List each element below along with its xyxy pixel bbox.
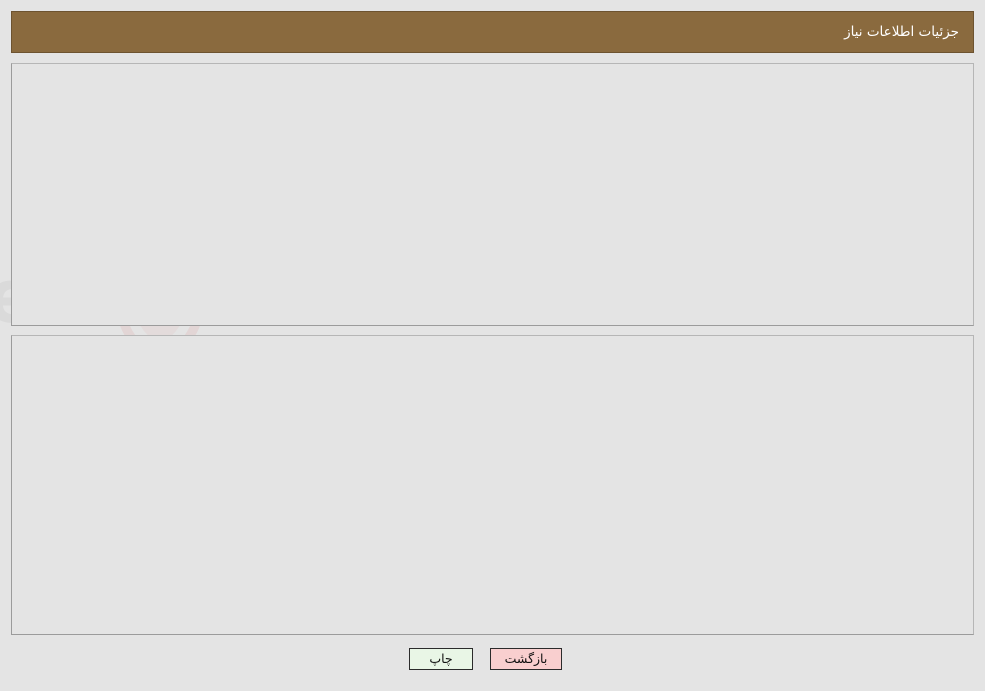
print-button[interactable]: چاپ — [409, 648, 473, 670]
service-details-panel — [11, 335, 974, 635]
page-header-bar: جزئیات اطلاعات نیاز — [11, 11, 974, 53]
page-title: جزئیات اطلاعات نیاز — [844, 24, 959, 40]
back-button[interactable]: بازگشت — [490, 648, 562, 670]
need-info-panel — [11, 63, 974, 326]
